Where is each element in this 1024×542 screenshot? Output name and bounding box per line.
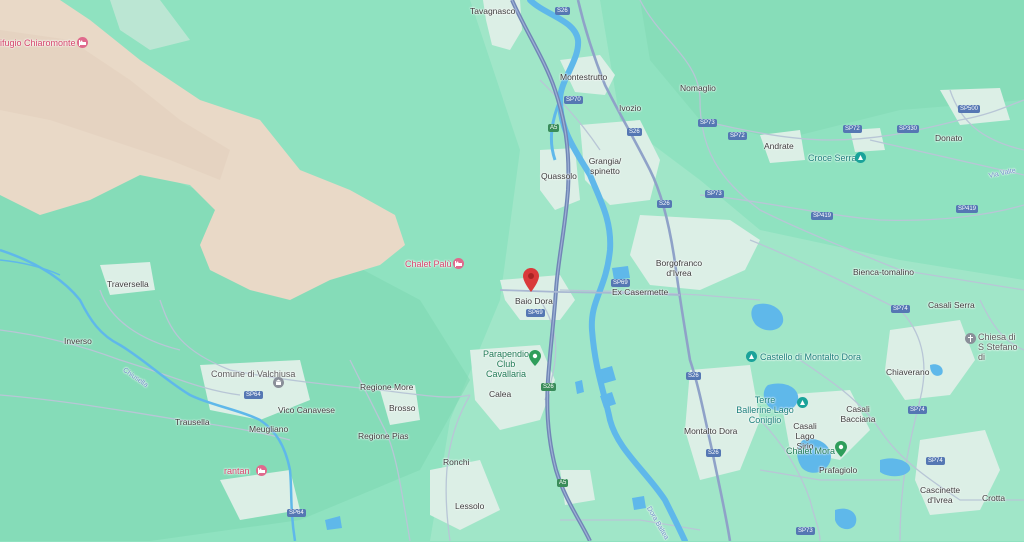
road-shield-sp330: SP330 [897,125,920,133]
place-label[interactable]: Regione Pias [358,431,409,441]
road-shield-sp64: SP64 [287,509,306,517]
poi-label-parapendio[interactable]: Parapendio Club Cavallaria [478,349,534,379]
place-label[interactable]: Borgofranco d'Ivrea [652,258,706,278]
hotel-icon[interactable] [453,258,464,269]
place-label[interactable]: Traversella [107,279,149,289]
place-label[interactable]: Tavagnasco [470,6,515,16]
landmark-icon[interactable] [797,397,808,408]
road-shield-sp74: SP74 [926,457,945,465]
place-label[interactable]: Lessolo [455,501,484,511]
place-label[interactable]: Grangia/ spinetto [583,156,627,176]
place-label[interactable]: Nomaglio [680,83,716,93]
poi-label-chalet-palu[interactable]: Chalet Palù [405,259,452,269]
road-shield-sp72: SP72 [728,132,747,140]
road-shield-s26: S26 [541,383,556,391]
map-pin-green-icon[interactable] [835,441,847,457]
place-label[interactable]: Calea [489,389,511,399]
poi-label-chalet-mora[interactable]: Chalet Mora [786,446,835,456]
road-shield-sp70: SP70 [564,96,583,104]
road-shield-s26: S26 [555,7,570,15]
road-shield-s26: S26 [627,128,642,136]
place-label[interactable]: Casali Serra [928,300,975,310]
poi-label-castello[interactable]: Castello di Montalto Dora [760,352,861,362]
place-label[interactable]: Vico Canavese [278,405,335,415]
map-pin-green-icon[interactable] [529,350,541,366]
place-label[interactable]: Chiaverano [886,367,929,377]
place-label[interactable]: Ex Casermette [612,287,668,297]
place-label[interactable]: Quassolo [541,171,577,181]
road-shield-sp69: SP69 [611,279,630,287]
government-building-icon[interactable] [273,377,284,388]
poi-label-chiesa[interactable]: Chiesa di S Stefano di [978,332,1024,362]
poi-label-rifugio[interactable]: ifugio Chiaromonte [0,38,76,48]
place-label[interactable]: Meugliano [249,424,288,434]
castle-icon[interactable] [746,351,757,362]
place-label[interactable]: Andrate [764,141,794,151]
road-shield-sp419: SP419 [811,212,834,220]
landmark-icon[interactable] [855,152,866,163]
road-shield-sp73: SP73 [698,119,717,127]
poi-label-terre-ballerine[interactable]: Terre Ballerine Lago Coniglio [736,395,794,425]
place-label[interactable]: Prafagiolo [819,465,857,475]
place-label[interactable]: Crotta [982,493,1005,503]
road-shield-sp419: SP419 [956,205,979,213]
place-label[interactable]: Montestrutto [560,72,607,82]
poi-label-rantan[interactable]: rantan [224,466,250,476]
place-label[interactable]: Casali Bacciana [838,404,878,424]
road-shield-sp72: SP72 [843,125,862,133]
place-label[interactable]: Trausella [175,417,210,427]
place-label[interactable]: Bienca-tomalino [853,267,914,277]
place-label[interactable]: Ivozio [619,103,641,113]
place-label[interactable]: Montalto Dora [684,426,737,436]
road-shield-s26: S26 [706,449,721,457]
poi-label-comune-valchiusa[interactable]: Comune di Valchiusa [211,369,295,379]
road-shield-sp64: SP64 [244,391,263,399]
place-label[interactable]: Ronchi [443,457,469,467]
road-shield-a5: A5 [548,124,560,132]
hotel-icon[interactable] [77,37,88,48]
road-shield-a5: A5 [557,479,569,487]
place-label[interactable]: Brosso [389,403,415,413]
place-label[interactable]: Regione More [360,382,413,392]
map-pin-red-icon [523,268,539,292]
place-label[interactable]: Cascinette d'Ivrea [920,485,960,505]
road-shield-s26: S26 [686,372,701,380]
place-label-baio-dora[interactable]: Baio Dora [515,296,553,306]
poi-label-croce-serra[interactable]: Croce Serra [808,153,857,163]
road-shield-sp73: SP73 [796,527,815,535]
road-shield-sp500: SP500 [958,105,981,113]
road-shield-sp74: SP74 [908,406,927,414]
place-label[interactable]: Donato [935,133,962,143]
road-shield-sp69: SP69 [526,309,545,317]
road-shield-s26: S26 [657,200,672,208]
road-shield-sp74: SP74 [891,305,910,313]
place-label[interactable]: Inverso [64,336,92,346]
church-icon[interactable] [965,333,976,344]
selected-location-marker[interactable] [523,268,539,292]
road-shield-sp73: SP73 [705,190,724,198]
hotel-icon[interactable] [256,465,267,476]
